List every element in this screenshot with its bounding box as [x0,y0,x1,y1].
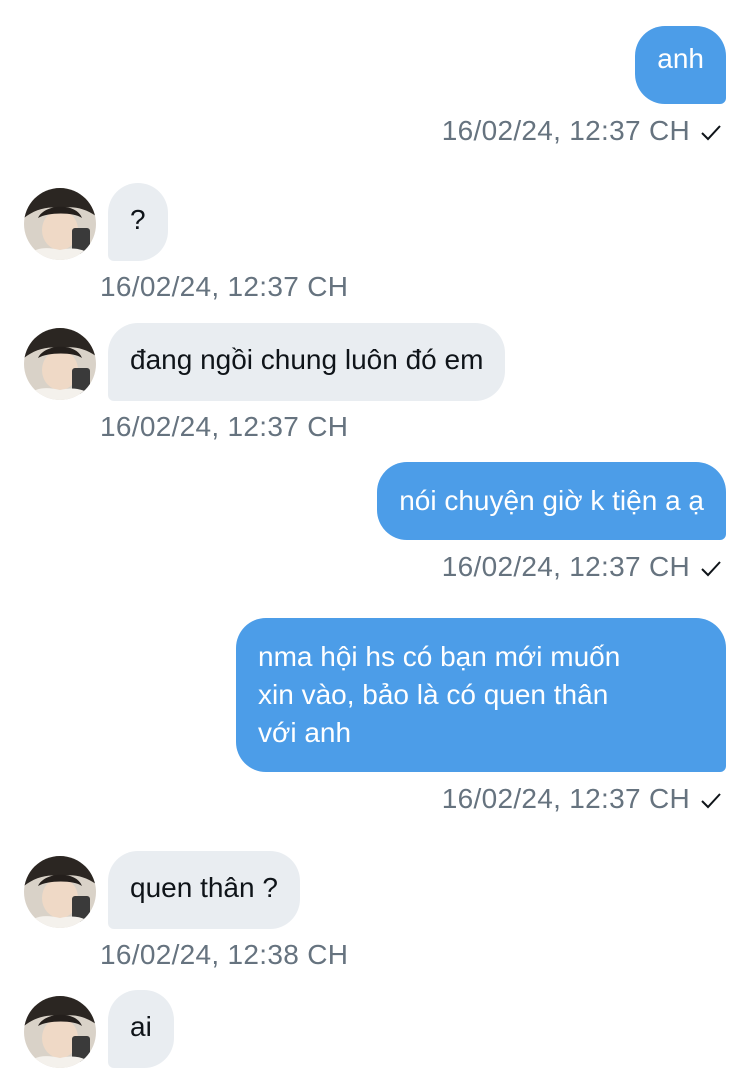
avatar[interactable] [24,328,96,400]
received-message-bubble[interactable]: quen thân ? [108,851,300,929]
avatar[interactable] [24,856,96,928]
check-icon [701,560,721,577]
message-text: anh [657,43,704,74]
timestamp-text: 16/02/24, 12:37 CH [441,551,690,582]
timestamp-text: 16/02/24, 12:37 CH [441,783,690,814]
sent-message-bubble[interactable]: nma hội hs có bạn mới muốn xin vào, bảo … [236,618,726,772]
check-icon [701,124,721,141]
message-timestamp: 16/02/24, 12:37 CH [442,782,722,816]
message-timestamp: 16/02/24, 12:37 CH [100,410,348,444]
check-icon [701,792,721,809]
message-text: đang ngồi chung luôn đó em [130,344,484,375]
sent-message-bubble[interactable]: anh [635,26,726,104]
message-text: ? [130,204,146,235]
received-message-bubble[interactable]: ai [108,990,174,1068]
avatar-photo [24,996,96,1068]
timestamp-text: 16/02/24, 12:37 CH [441,115,690,146]
timestamp-text: 16/02/24, 12:37 CH [100,271,349,302]
message-timestamp: 16/02/24, 12:37 CH [442,114,722,148]
avatar-photo [24,856,96,928]
sent-message-bubble[interactable]: nói chuyện giờ k tiện a ạ [377,462,726,540]
timestamp-text: 16/02/24, 12:38 CH [100,939,349,970]
message-text-line: xin vào, bảo là có quen thân [258,679,609,710]
message-timestamp: 16/02/24, 12:37 CH [442,550,722,584]
avatar[interactable] [24,996,96,1068]
message-text: ai [130,1011,152,1042]
avatar[interactable] [24,188,96,260]
avatar-photo [24,328,96,400]
message-text-line: nma hội hs có bạn mới muốn [258,641,621,672]
timestamp-text: 16/02/24, 12:37 CH [100,411,349,442]
message-text-line: với anh [258,717,352,748]
avatar-photo [24,188,96,260]
received-message-bubble[interactable]: ? [108,183,168,261]
message-text: quen thân ? [130,872,278,903]
received-message-bubble[interactable]: đang ngồi chung luôn đó em [108,323,506,401]
message-text: nói chuyện giờ k tiện a ạ [399,485,704,516]
message-timestamp: 16/02/24, 12:38 CH [100,938,348,972]
message-timestamp: 16/02/24, 12:37 CH [100,270,348,304]
